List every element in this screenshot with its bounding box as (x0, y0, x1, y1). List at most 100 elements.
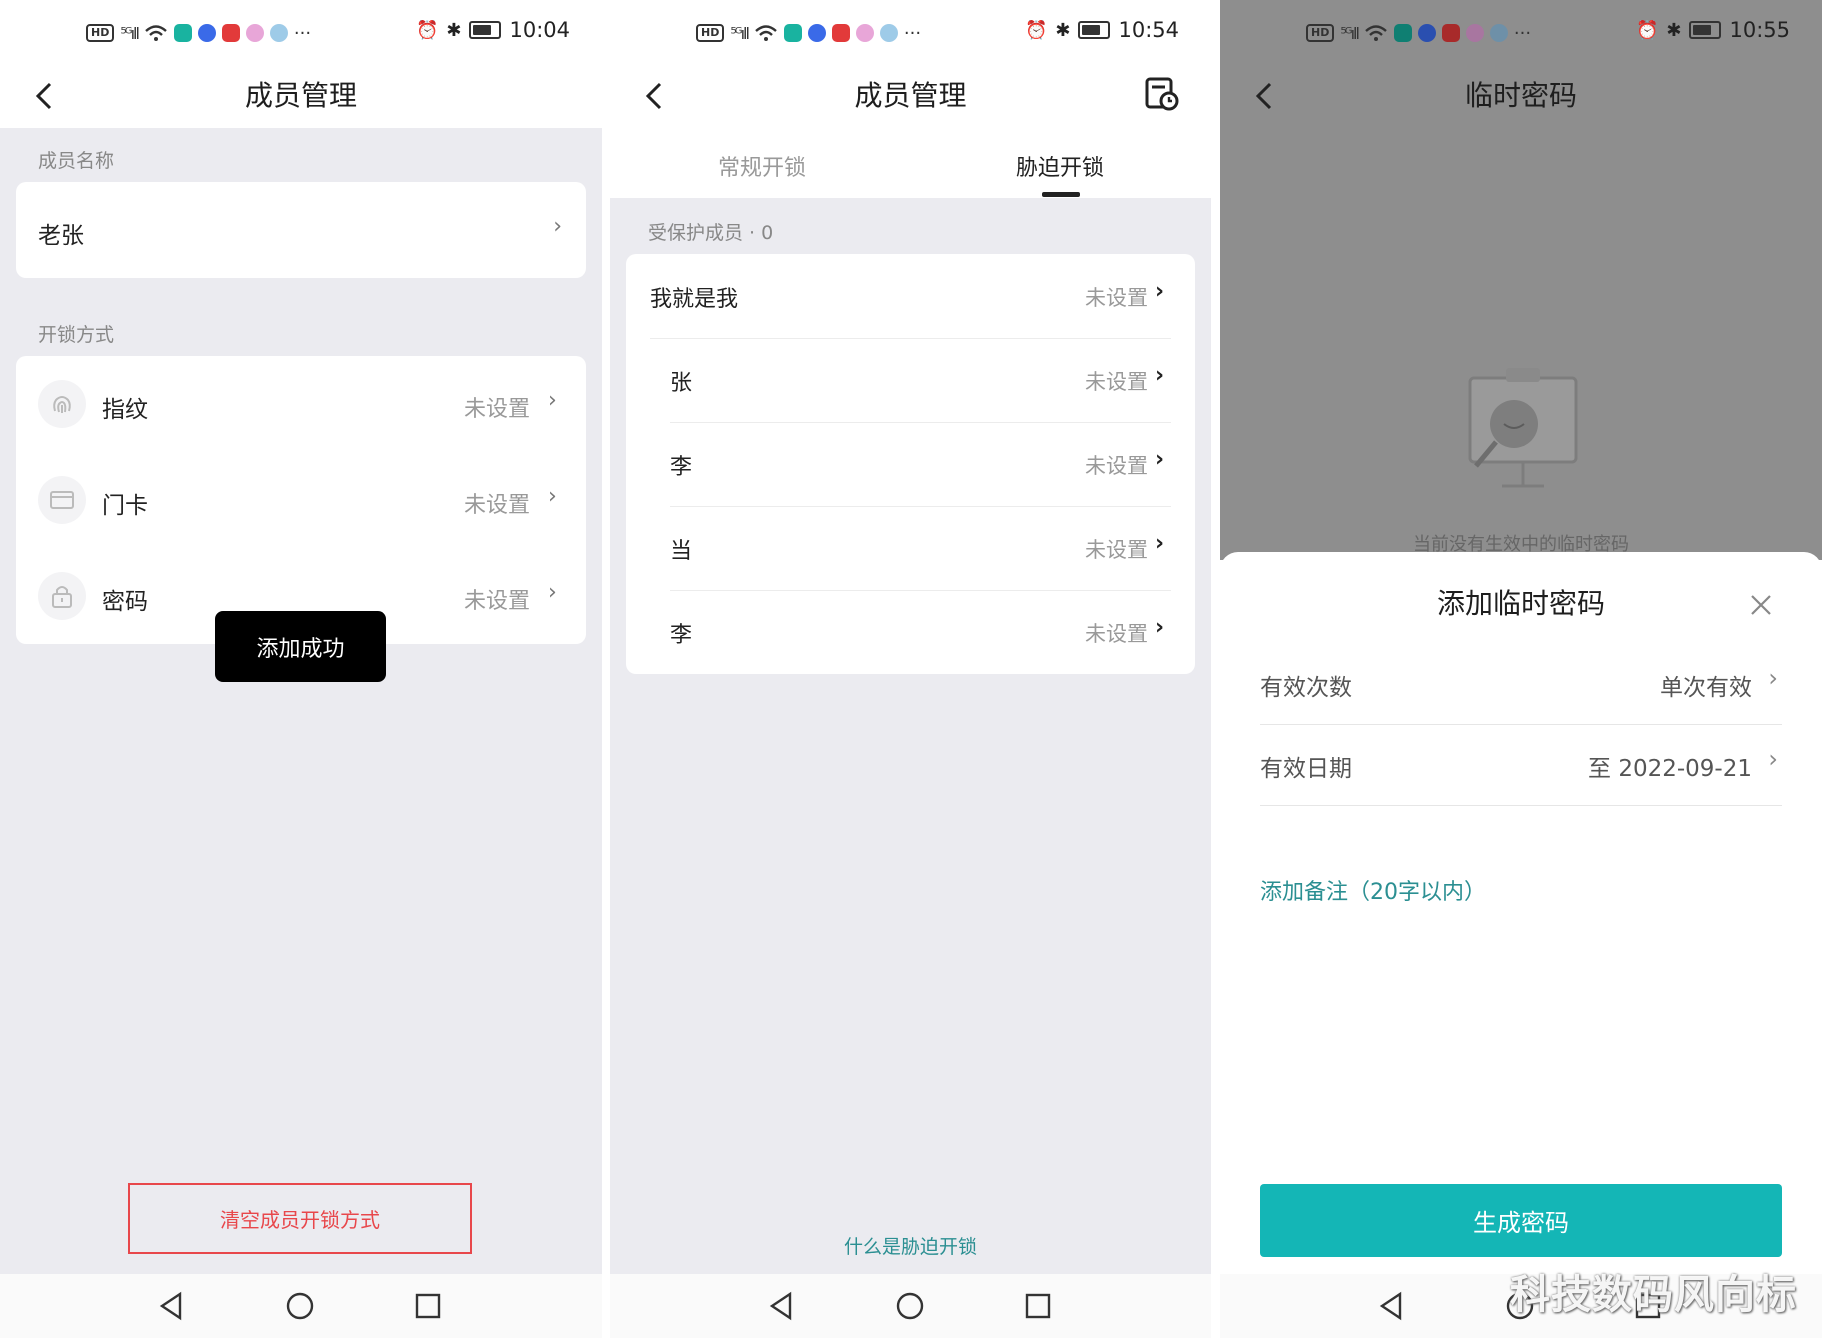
watermark: 科技数码风向标 (1510, 1272, 1797, 1318)
chevron-right-icon: › (1155, 447, 1165, 472)
unlock-methods-card: 指纹 未设置 › 门卡 未设置 › 密码 未设置 › (16, 356, 586, 644)
status-icons-right: ⏰ ✱ 10:04 (416, 18, 570, 42)
chevron-right-icon: › (1768, 745, 1778, 773)
chevron-right-icon: › (548, 484, 557, 509)
system-nav-bar (610, 1274, 1211, 1338)
chevron-right-icon: › (548, 388, 557, 413)
member-management-screen: HD ⁵ᴳıll ··· ⏰ ✱ 10:04 成员管理 成员名称 老张 › 开锁… (0, 0, 602, 1338)
bluetooth-icon: ✱ (1666, 19, 1682, 41)
page-title: 成员管理 (244, 79, 357, 112)
back-triangle-icon[interactable] (766, 1290, 798, 1322)
hd-icon: HD (86, 24, 115, 42)
member-status: 未设置 (1085, 454, 1148, 478)
method-row-card[interactable]: 门卡 未设置 › (16, 452, 586, 548)
bluetooth-icon: ✱ (1055, 19, 1071, 41)
app-icon (221, 24, 240, 42)
record-history-icon[interactable] (1141, 74, 1181, 114)
method-row-fingerprint[interactable]: 指纹 未设置 › (16, 356, 586, 452)
member-status: 未设置 (1085, 370, 1148, 394)
app-icon (1489, 24, 1508, 42)
lock-icon (38, 572, 86, 620)
empty-state-illustration (1468, 368, 1578, 488)
valid-date-row[interactable]: 有效日期 至 2022-09-21 › (1260, 725, 1782, 805)
app-icon (245, 24, 264, 42)
signal-icon: ⁵ᴳıll (1340, 23, 1360, 43)
list-item[interactable]: 我就是我 未设置 › (626, 254, 1195, 338)
app-icon (1393, 24, 1412, 42)
members-list: 我就是我 未设置 › 张 未设置 › 李 未设置 › 当 未设置 › 李 未设置… (626, 254, 1195, 674)
valid-count-row[interactable]: 有效次数 单次有效 › (1260, 644, 1782, 724)
clear-unlock-methods-button[interactable]: 清空成员开锁方式 (128, 1183, 472, 1254)
chevron-right-icon: › (548, 580, 557, 605)
wifi-icon (755, 25, 777, 41)
bluetooth-icon: ✱ (446, 19, 462, 41)
status-time: 10:54 (1118, 18, 1179, 42)
list-item[interactable]: 张 未设置 › (626, 338, 1195, 422)
add-temp-password-sheet: 添加临时密码 有效次数 单次有效 › 有效日期 至 2022-09-21 › 添… (1220, 552, 1822, 1272)
generate-password-button[interactable]: 生成密码 (1260, 1184, 1782, 1257)
status-bar: HD ⁵ᴳıll ··· ⏰ ✱ 10:04 (0, 0, 602, 64)
back-triangle-icon[interactable] (1376, 1290, 1408, 1322)
app-icon (807, 24, 826, 42)
alarm-icon: ⏰ (1635, 19, 1659, 41)
app-icon (269, 24, 288, 42)
recents-square-icon[interactable] (1022, 1290, 1054, 1322)
battery-icon (469, 21, 502, 39)
add-note-link[interactable]: 添加备注（20字以内） (1260, 874, 1486, 906)
wifi-icon (1365, 25, 1387, 41)
wifi-icon (145, 25, 167, 41)
chevron-right-icon: › (1155, 279, 1165, 304)
field-value: 至 2022-09-21 (1588, 756, 1752, 782)
member-name: 我就是我 (650, 287, 739, 312)
method-status: 未设置 (464, 589, 531, 614)
system-nav-bar (0, 1274, 602, 1338)
status-time: 10:04 (509, 18, 570, 42)
recents-square-icon[interactable] (412, 1290, 444, 1322)
list-item[interactable]: 李 未设置 › (626, 422, 1195, 506)
more-icon: ··· (903, 22, 922, 44)
battery-icon (1078, 21, 1111, 39)
back-triangle-icon[interactable] (156, 1290, 188, 1322)
close-icon[interactable] (1748, 592, 1774, 618)
app-icon (1441, 24, 1460, 42)
method-status: 未设置 (464, 493, 531, 518)
app-icon (831, 24, 850, 42)
home-circle-icon[interactable] (894, 1290, 926, 1322)
chevron-right-icon: › (1155, 615, 1165, 640)
field-value: 单次有效 (1660, 675, 1752, 701)
method-label: 密码 (102, 589, 148, 615)
app-icon (197, 24, 216, 42)
dimmed-background: HD ⁵ᴳıll ··· ⏰ ✱ 10:55 临时密码 当前没有生效中的临时密码 (1220, 0, 1822, 560)
member-name: 当 (670, 539, 693, 564)
page-title: 成员管理 (854, 79, 967, 112)
field-label: 有效日期 (1260, 756, 1352, 782)
tab-bar: 常规开锁 胁迫开锁 (610, 128, 1211, 198)
member-name-row[interactable]: 老张 › (16, 182, 586, 278)
member-status: 未设置 (1085, 286, 1148, 310)
method-label: 指纹 (102, 397, 148, 423)
chevron-right-icon: › (1155, 531, 1165, 556)
member-status: 未设置 (1085, 538, 1148, 562)
what-is-duress-unlock-link[interactable]: 什么是胁迫开锁 (610, 1232, 1211, 1259)
card-icon (38, 476, 86, 524)
chevron-right-icon: › (1768, 664, 1778, 692)
app-icon (855, 24, 874, 42)
divider (1260, 805, 1782, 806)
tab-duress-unlock[interactable]: 胁迫开锁 (1016, 150, 1104, 182)
status-time: 10:55 (1729, 18, 1790, 42)
member-name: 李 (670, 623, 693, 648)
alarm-icon: ⏰ (1024, 19, 1048, 41)
status-icons-left: HD ⁵ᴳıll ··· (696, 20, 921, 46)
temporary-password-screen: HD ⁵ᴳıll ··· ⏰ ✱ 10:55 临时密码 当前没有生效中的临时密码… (1220, 0, 1822, 1338)
list-item[interactable]: 当 未设置 › (626, 506, 1195, 590)
list-item[interactable]: 李 未设置 › (626, 590, 1195, 674)
success-toast: 添加成功 (215, 611, 386, 682)
method-label: 门卡 (102, 493, 148, 519)
hd-icon: HD (696, 24, 725, 42)
home-circle-icon[interactable] (284, 1290, 316, 1322)
member-name: 张 (670, 371, 693, 396)
duress-unlock-screen: HD ⁵ᴳıll ··· ⏰ ✱ 10:54 成员管理 常规开锁 胁迫开锁 受保… (610, 0, 1211, 1338)
tab-regular-unlock[interactable]: 常规开锁 (718, 150, 806, 182)
unlock-methods-label: 开锁方式 (38, 324, 115, 346)
nav-bar: 成员管理 (610, 64, 1211, 128)
